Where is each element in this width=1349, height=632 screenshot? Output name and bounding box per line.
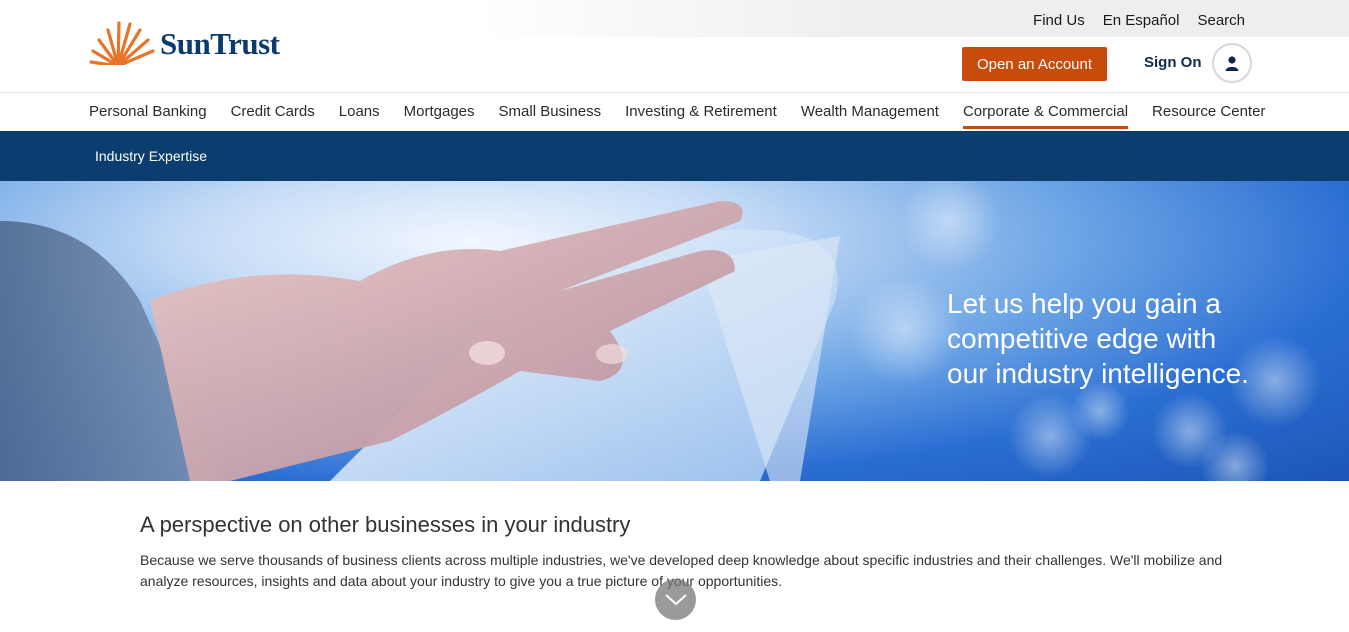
hero-line-3: our industry intelligence. [947,358,1249,389]
hero-headline: Let us help you gain a competitive edge … [947,286,1277,391]
intro-section: A perspective on other businesses in you… [140,512,1230,592]
main-nav: Personal Banking Credit Cards Loans Mort… [0,92,1349,131]
sign-on-link[interactable]: Sign On [1144,54,1202,71]
hero-line-1: Let us help you gain a [947,288,1221,319]
scroll-down-button[interactable] [655,579,696,620]
nav-resource-center[interactable]: Resource Center [1152,103,1265,120]
section-heading: A perspective on other businesses in you… [140,512,631,537]
nav-investing-retirement[interactable]: Investing & Retirement [625,103,777,120]
user-avatar-button[interactable] [1212,43,1252,83]
nav-corporate-commercial[interactable]: Corporate & Commercial [962,103,1129,129]
espanol-link[interactable]: En Español [1103,12,1180,29]
nav-wealth-management[interactable]: Wealth Management [801,103,939,120]
sub-nav: Industry Expertise [0,131,1349,181]
utility-nav: Find Us En Español Search [1033,12,1245,29]
nav-personal-banking[interactable]: Personal Banking [89,103,207,120]
chevron-down-icon [664,593,687,605]
suntrust-logo[interactable]: SunTrust [88,18,280,68]
find-us-link[interactable]: Find Us [1033,12,1085,29]
nav-mortgages[interactable]: Mortgages [404,103,475,120]
hero-banner: Let us help you gain a competitive edge … [0,181,1349,481]
search-link[interactable]: Search [1197,12,1245,29]
site-header: Find Us En Español Search SunTrust Open … [0,0,1349,92]
sunburst-icon [88,21,156,68]
nav-loans[interactable]: Loans [339,103,380,120]
nav-small-business[interactable]: Small Business [499,103,602,120]
user-icon [1225,56,1239,71]
open-account-button[interactable]: Open an Account [962,47,1107,81]
logo-wordmark: SunTrust [160,26,280,61]
hero-line-2: competitive edge with [947,323,1217,354]
sub-nav-industry-expertise[interactable]: Industry Expertise [95,148,207,164]
nav-credit-cards[interactable]: Credit Cards [231,103,315,120]
